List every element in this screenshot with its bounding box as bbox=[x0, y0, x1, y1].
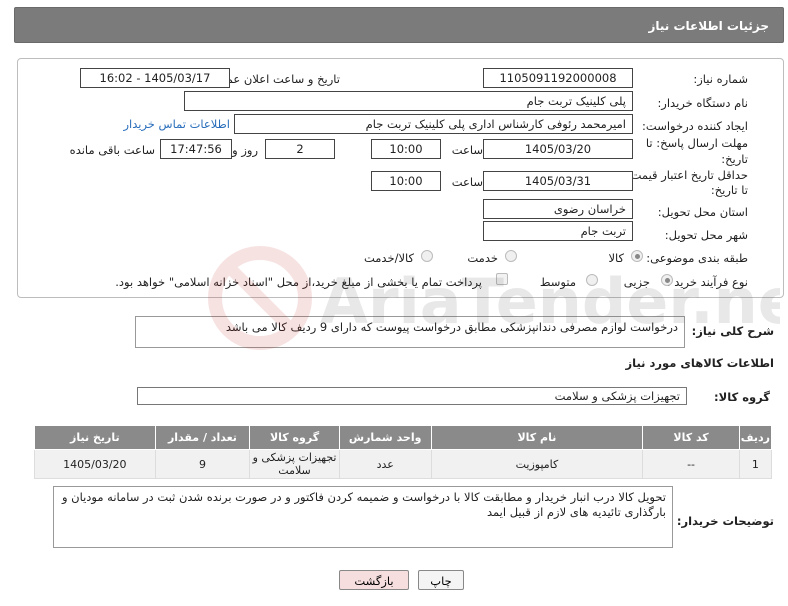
cell-name: کامپوزیت bbox=[430, 449, 644, 479]
validity-label-date: تا تاریخ: bbox=[710, 183, 748, 197]
col-name: نام کالا bbox=[430, 425, 644, 450]
cell-date: 1405/03/20 bbox=[34, 449, 156, 479]
cell-qty: 9 bbox=[154, 449, 251, 479]
col-group: گروه کالا bbox=[249, 425, 340, 450]
process-type-label: نوع فرآیند خرید : bbox=[666, 275, 748, 289]
category-option-goods-service: کالا/خدمت bbox=[363, 251, 414, 265]
back-button[interactable]: بازگشت bbox=[339, 570, 409, 590]
deadline-date-field: 1405/03/20 bbox=[483, 139, 633, 159]
cell-unit: عدد bbox=[338, 449, 432, 479]
days-label: روز و bbox=[232, 143, 258, 157]
deadline-label: مهلت ارسال پاسخ: تا bbox=[645, 136, 748, 150]
goods-table-header: ردیف کد کالا نام کالا واحد شمارش گروه کا… bbox=[34, 425, 773, 450]
province-label: استان محل تحویل: bbox=[657, 205, 748, 219]
deadline-time-field: 10:00 bbox=[371, 139, 441, 159]
buyer-org-label: نام دستگاه خریدار: bbox=[657, 96, 748, 110]
need-number-label: شماره نیاز: bbox=[693, 72, 748, 86]
category-radio-service[interactable] bbox=[505, 250, 517, 262]
remaining-time-label: ساعت باقی مانده bbox=[69, 143, 155, 157]
buyer-org-field: پلی کلینیک تربت جام bbox=[184, 91, 633, 111]
col-code: کد کالا bbox=[642, 425, 740, 450]
days-remaining-field: 2 bbox=[265, 139, 335, 159]
buyer-notes-field: تحویل کالا درب انبار خریدار و مطابقت کال… bbox=[53, 486, 673, 548]
summary-label: شرح کلی نیاز: bbox=[691, 324, 774, 338]
cell-row: 1 bbox=[738, 449, 773, 479]
requester-label: ایجاد کننده درخواست: bbox=[642, 119, 748, 133]
remaining-time-field: 17:47:56 bbox=[160, 139, 232, 159]
requester-field: امیرمحمد رئوفی کارشناس اداری پلی کلینیک … bbox=[234, 114, 633, 134]
announce-date-field: 1405/03/17 - 16:02 bbox=[80, 68, 230, 88]
category-option-goods: کالا bbox=[608, 251, 624, 265]
city-label: شهر محل تحویل: bbox=[664, 228, 748, 242]
treasury-payment-note: پرداخت تمام یا بخشی از مبلغ خرید،از محل … bbox=[115, 275, 482, 289]
deadline-hour-label: ساعت bbox=[451, 143, 483, 157]
col-unit: واحد شمارش bbox=[338, 425, 432, 450]
col-qty: تعداد / مقدار bbox=[154, 425, 251, 450]
goods-table: ردیف کد کالا نام کالا واحد شمارش گروه کا… bbox=[34, 425, 773, 479]
print-button[interactable]: چاپ bbox=[418, 570, 464, 590]
need-number-field: 1105091192000008 bbox=[483, 68, 633, 88]
page-title: جزئیات اطلاعات نیاز bbox=[648, 19, 769, 33]
buyer-contact-link[interactable]: اطلاعات تماس خریدار bbox=[123, 117, 230, 131]
process-radio-medium[interactable] bbox=[586, 274, 598, 286]
goods-group-label: گروه کالا: bbox=[714, 390, 770, 404]
category-radio-goods[interactable] bbox=[631, 250, 643, 262]
process-option-medium: متوسط bbox=[539, 275, 576, 289]
category-option-service: خدمت bbox=[467, 251, 498, 265]
goods-section-title: اطلاعات کالاهای مورد نیاز bbox=[625, 356, 774, 370]
category-radio-goods-service[interactable] bbox=[421, 250, 433, 262]
cell-code: -- bbox=[642, 449, 740, 479]
summary-field: درخواست لوازم مصرفی دندانپزشکی مطابق درخ… bbox=[135, 316, 685, 348]
process-option-minor: جزیی bbox=[623, 275, 650, 289]
col-date: تاریخ نیاز bbox=[34, 425, 156, 450]
treasury-payment-checkbox[interactable] bbox=[496, 273, 508, 285]
validity-hour-label: ساعت bbox=[451, 175, 483, 189]
process-radio-minor[interactable] bbox=[661, 274, 673, 286]
table-row: 1 -- کامپوزیت عدد تجهیزات پزشکی و سلامت … bbox=[34, 449, 773, 479]
validity-time-field: 10:00 bbox=[371, 171, 441, 191]
col-row: ردیف bbox=[738, 425, 773, 450]
validity-label: حداقل تاریخ اعتبار قیمت: bbox=[626, 168, 748, 182]
goods-group-field: تجهیزات پزشکی و سلامت bbox=[137, 387, 687, 405]
validity-date-field: 1405/03/31 bbox=[483, 171, 633, 191]
deadline-label-date: تاریخ: bbox=[721, 152, 748, 166]
buyer-notes-label: توضیحات خریدار: bbox=[676, 514, 774, 528]
category-label: طبقه بندی موضوعی: bbox=[646, 251, 748, 265]
city-field: تربت جام bbox=[483, 221, 633, 241]
cell-group: تجهیزات پزشکی و سلامت bbox=[249, 449, 340, 479]
province-field: خراسان رضوی bbox=[483, 199, 633, 219]
page-header: جزئیات اطلاعات نیاز bbox=[14, 7, 784, 43]
